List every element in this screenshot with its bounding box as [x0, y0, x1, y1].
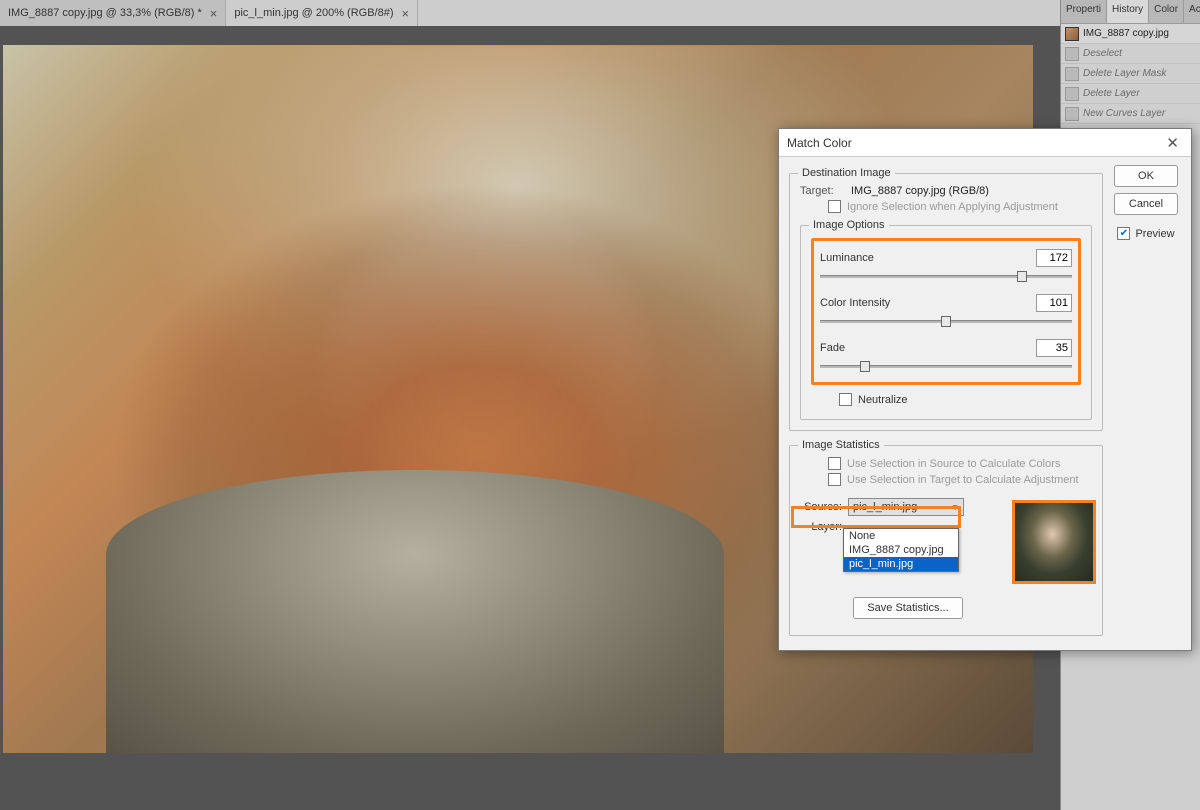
cancel-button[interactable]: Cancel [1114, 193, 1178, 215]
source-preview-thumbnail [1012, 500, 1096, 584]
history-step-icon [1065, 87, 1079, 101]
tab-color[interactable]: Color [1149, 0, 1184, 23]
source-dropdown-list[interactable]: None IMG_8887 copy.jpg pic_l_min.jpg [843, 528, 959, 572]
match-color-dialog: Match Color ✕ Destination Image Target: … [778, 128, 1192, 651]
history-file-label: IMG_8887 copy.jpg [1083, 28, 1169, 39]
preview-label: Preview [1135, 228, 1174, 240]
close-icon[interactable]: × [210, 6, 218, 21]
color-intensity-input[interactable] [1036, 294, 1072, 312]
target-value: IMG_8887 copy.jpg (RGB/8) [851, 185, 989, 197]
document-tab-2[interactable]: pic_l_min.jpg @ 200% (RGB/8#) × [226, 0, 418, 26]
thumbnail-icon [1065, 27, 1079, 41]
use-target-selection-label: Use Selection in Target to Calculate Adj… [847, 474, 1079, 486]
color-intensity-label: Color Intensity [820, 297, 890, 309]
highlight-annotation: Luminance Color Intensity [811, 238, 1081, 385]
ignore-selection-label: Ignore Selection when Applying Adjustmen… [847, 201, 1058, 213]
tab-properties[interactable]: Properti [1061, 0, 1107, 23]
luminance-label: Luminance [820, 252, 874, 264]
destination-image-group: Destination Image Target: IMG_8887 copy.… [789, 173, 1103, 431]
close-icon[interactable]: × [402, 6, 410, 21]
target-label: Target: [800, 185, 845, 197]
source-label: Source: [800, 501, 842, 513]
chevron-down-icon: ▼ [951, 503, 959, 512]
luminance-slider[interactable] [820, 270, 1072, 284]
fade-slider[interactable] [820, 360, 1072, 374]
luminance-input[interactable] [1036, 249, 1072, 267]
use-source-selection-label: Use Selection in Source to Calculate Col… [847, 458, 1060, 470]
group-legend: Image Options [809, 219, 889, 231]
history-item[interactable]: New Curves Layer [1061, 104, 1200, 124]
ignore-selection-checkbox [828, 200, 841, 213]
tab-actions[interactable]: Actio [1184, 0, 1200, 23]
image-statistics-group: Image Statistics Use Selection in Source… [789, 445, 1103, 636]
dialog-titlebar[interactable]: Match Color ✕ [779, 129, 1191, 157]
dropdown-option[interactable]: IMG_8887 copy.jpg [844, 543, 958, 557]
layer-label: Layer: [800, 521, 842, 533]
image-options-group: Image Options Luminance Color Intensity [800, 225, 1092, 420]
document-tab-label: pic_l_min.jpg @ 200% (RGB/8#) [234, 7, 393, 19]
ok-button[interactable]: OK [1114, 165, 1178, 187]
document-tab-label: IMG_8887 copy.jpg @ 33,3% (RGB/8) * [8, 7, 202, 19]
history-step-icon [1065, 47, 1079, 61]
fade-input[interactable] [1036, 339, 1072, 357]
dropdown-option-selected[interactable]: pic_l_min.jpg [844, 557, 958, 571]
use-source-selection-checkbox [828, 457, 841, 470]
history-step-icon [1065, 107, 1079, 121]
history-step-icon [1065, 67, 1079, 81]
neutralize-label: Neutralize [858, 394, 908, 406]
history-snapshot[interactable]: IMG_8887 copy.jpg [1061, 24, 1200, 44]
save-statistics-button[interactable]: Save Statistics... [853, 597, 963, 619]
preview-checkbox[interactable]: ✔ [1117, 227, 1130, 240]
source-dropdown[interactable]: pic_l_min.jpg ▼ [848, 498, 964, 516]
history-item[interactable]: Deselect [1061, 44, 1200, 64]
group-legend: Destination Image [798, 167, 895, 179]
dialog-title: Match Color [787, 136, 852, 150]
neutralize-checkbox[interactable] [839, 393, 852, 406]
tab-history[interactable]: History [1107, 0, 1149, 23]
panel-tab-group: Properti History Color Actio [1061, 0, 1200, 24]
color-intensity-slider[interactable] [820, 315, 1072, 329]
use-target-selection-checkbox [828, 473, 841, 486]
close-icon[interactable]: ✕ [1162, 134, 1183, 152]
document-tab-1[interactable]: IMG_8887 copy.jpg @ 33,3% (RGB/8) * × [0, 0, 226, 26]
document-tab-bar: IMG_8887 copy.jpg @ 33,3% (RGB/8) * × pi… [0, 0, 1200, 26]
history-item[interactable]: Delete Layer [1061, 84, 1200, 104]
fade-label: Fade [820, 342, 845, 354]
history-item[interactable]: Delete Layer Mask [1061, 64, 1200, 84]
group-legend: Image Statistics [798, 439, 884, 451]
dropdown-option[interactable]: None [844, 529, 958, 543]
